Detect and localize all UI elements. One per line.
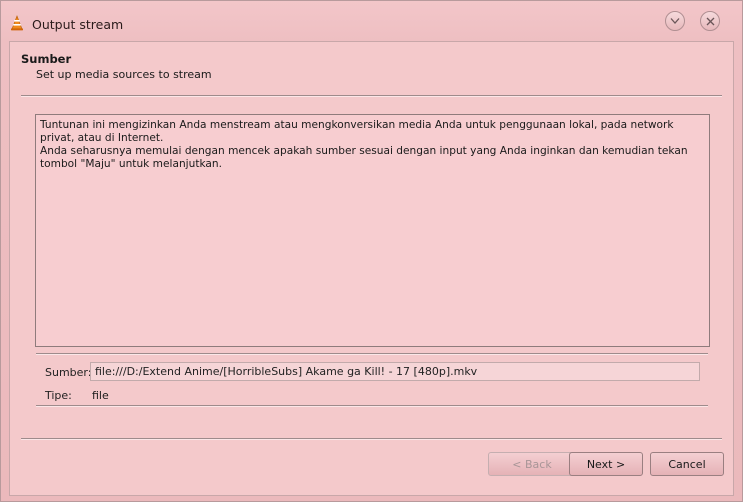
source-label: Sumber: [45,366,92,379]
cancel-button[interactable]: Cancel [650,452,724,476]
description-line-2: Anda seharusnya memulai dengan mencek ap… [40,145,688,170]
chevron-down-icon[interactable] [665,11,685,31]
header-divider [21,95,722,97]
description-box: Tuntunan ini mengizinkan Anda menstream … [35,114,710,347]
vlc-cone-icon [9,15,25,31]
type-value: file [92,389,109,402]
source-divider-top [36,353,708,355]
footer-divider [21,438,722,440]
close-icon[interactable] [700,11,720,31]
back-button[interactable]: < Back [488,452,576,476]
window-title: Output stream [32,17,124,32]
source-divider-bottom [36,405,708,407]
title-bar[interactable]: Output stream [1,1,742,41]
page-subtitle: Set up media sources to stream [36,68,212,81]
source-field[interactable]: file:///D:/Extend Anime/[HorribleSubs] A… [90,362,700,381]
description-line-1: Tuntunan ini mengizinkan Anda menstream … [40,119,674,144]
type-label: Tipe: [45,389,72,402]
next-button[interactable]: Next > [569,452,643,476]
wizard-page: Sumber Set up media sources to stream Tu… [9,41,734,496]
dialog-window: Output stream Sumber Set up media source… [0,0,743,502]
page-title: Sumber [21,52,72,66]
